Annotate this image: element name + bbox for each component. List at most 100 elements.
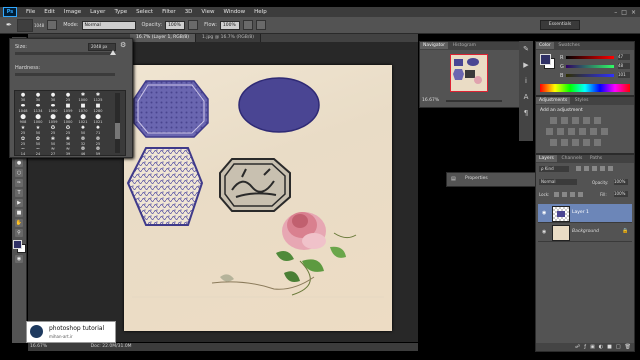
lock-image-icon[interactable] <box>562 192 567 197</box>
threshold-icon[interactable] <box>572 139 579 146</box>
filter-type-icon[interactable] <box>592 166 597 171</box>
menu-3d[interactable]: 3D <box>185 9 193 15</box>
tab-paths[interactable]: Paths <box>587 155 605 162</box>
airbrush-icon[interactable] <box>242 20 253 30</box>
tab-swatches[interactable]: Swatches <box>555 42 583 49</box>
black-white-icon[interactable] <box>568 128 575 135</box>
invert-icon[interactable] <box>550 139 557 146</box>
menu-filter[interactable]: Filter <box>162 9 176 15</box>
size-slider-thumb[interactable] <box>110 50 116 55</box>
layer-filter-kind[interactable]: ρ Kind <box>539 166 569 172</box>
brush-preset[interactable]: ≈39 <box>62 146 74 156</box>
lock-all-icon[interactable] <box>578 192 583 197</box>
tab-navigator[interactable]: Navigator <box>420 42 449 49</box>
pen-tool-icon[interactable]: ✑ <box>15 179 23 187</box>
paragraph-icon[interactable]: ¶ <box>519 109 533 117</box>
size-slider[interactable] <box>15 52 115 55</box>
navigator-zoom-slider[interactable] <box>446 100 502 102</box>
hardness-slider[interactable] <box>15 73 115 76</box>
brush-preset[interactable]: ⬤ 1021 <box>92 114 104 124</box>
exposure-icon[interactable] <box>583 117 590 124</box>
mode-select[interactable]: Normal <box>81 20 136 30</box>
add-mask-icon[interactable]: ▣ <box>590 344 595 350</box>
brightness-contrast-icon[interactable] <box>550 117 557 124</box>
brush-preset[interactable]: ✹ 71 <box>92 125 104 135</box>
flow-field[interactable]: 100% <box>219 20 240 30</box>
brush-preset[interactable]: ● 30 <box>32 92 44 102</box>
tab-channels[interactable]: Channels <box>559 155 586 162</box>
brush-preset[interactable]: ❁ 46 <box>77 146 89 156</box>
new-fill-layer-icon[interactable]: ◐ <box>599 344 603 350</box>
brush-preset[interactable]: ■ 1059 <box>62 103 74 113</box>
brush-preset[interactable]: ● 30 <box>17 92 29 102</box>
layer-row-background[interactable]: ◉ Background 🔒 <box>538 223 632 242</box>
close-icon[interactable]: × <box>631 9 636 16</box>
fx-icon[interactable]: ƒ <box>584 344 586 350</box>
layer-name[interactable]: Background <box>572 229 599 234</box>
hand-tool-icon[interactable]: ✋ <box>15 219 23 227</box>
color-balance-icon[interactable] <box>557 128 564 135</box>
brush-preset[interactable]: ✿ 25 <box>17 136 29 146</box>
brush-preset[interactable]: ⬤ 908 <box>17 114 29 124</box>
brush-preset[interactable]: ⬬ 1134 <box>32 103 44 113</box>
menu-type[interactable]: Type <box>114 9 127 15</box>
filter-adjustment-icon[interactable] <box>584 166 589 171</box>
actions-icon[interactable]: ▶ <box>519 61 533 69</box>
delete-layer-icon[interactable]: 🗑 <box>625 344 631 350</box>
brush-preset[interactable]: ■ 1280 <box>92 103 104 113</box>
brush-preset[interactable]: ❀ 36 <box>62 136 74 146</box>
menu-edit[interactable]: Edit <box>44 9 55 15</box>
minimize-icon[interactable]: – <box>614 9 617 16</box>
menu-help[interactable]: Help <box>254 9 267 15</box>
tab-1jpg[interactable]: 1.jpg @ 16.7% (RGB/8) <box>196 34 261 42</box>
brush-panel-toggle-icon[interactable] <box>47 20 58 30</box>
brush-preset[interactable]: ✪ 25 <box>47 125 59 135</box>
tab-histogram[interactable]: Histogram <box>450 42 479 49</box>
properties-panel[interactable]: ▤ Properties <box>446 172 542 187</box>
brush-preset[interactable]: ■ 1070 <box>77 103 89 113</box>
layer-opacity-field[interactable]: 100% <box>614 179 628 185</box>
photo-filter-icon[interactable] <box>579 128 586 135</box>
levels-icon[interactable] <box>561 117 568 124</box>
red-value[interactable]: 47 <box>618 54 630 60</box>
menu-layer[interactable]: Layer <box>90 9 105 15</box>
blend-mode-select[interactable]: Normal <box>539 179 577 185</box>
filter-pixel-icon[interactable] <box>576 166 581 171</box>
brush-preset[interactable]: ∼ 24 <box>32 146 44 156</box>
blue-slider[interactable] <box>566 74 614 77</box>
brush-tool-icon[interactable]: ✒ <box>6 21 14 29</box>
brush-preset[interactable]: ★ 50 <box>32 125 44 135</box>
menu-select[interactable]: Select <box>136 9 153 15</box>
curves-icon[interactable] <box>572 117 579 124</box>
brush-preset[interactable]: ⬬ 1060 <box>47 103 59 113</box>
brush-preset[interactable]: ● 25 <box>62 92 74 102</box>
workspace-switcher[interactable]: Essentials <box>540 20 580 30</box>
brush-preset[interactable]: ★ 25 <box>17 125 29 135</box>
gradient-map-icon[interactable] <box>583 139 590 146</box>
channel-mixer-icon[interactable] <box>590 128 597 135</box>
scrollbar-thumb[interactable] <box>115 123 120 139</box>
fg-color-chip[interactable] <box>540 54 551 65</box>
brush-preset[interactable]: ⬤ 1059 <box>47 114 59 124</box>
tab-layer1[interactable]: 16.7% (Layer 1, RGB/8) <box>130 34 197 42</box>
pressure-opacity-icon[interactable] <box>188 20 199 30</box>
menu-window[interactable]: Window <box>223 9 245 15</box>
visibility-eye-icon[interactable]: ◉ <box>542 210 546 216</box>
brush-preset[interactable]: ✱ 1125 <box>92 92 104 102</box>
brush-preset[interactable]: ⬤ 1000 <box>32 114 44 124</box>
character-icon[interactable]: A <box>519 93 533 101</box>
maximize-icon[interactable]: □ <box>621 9 627 16</box>
brush-preset[interactable]: ∼ 14 <box>17 146 29 156</box>
quick-mask-icon[interactable]: ◉ <box>15 255 23 263</box>
path-select-tool-icon[interactable]: ▶ <box>15 199 23 207</box>
new-layer-icon[interactable]: □ <box>616 344 621 350</box>
color-lookup-icon[interactable] <box>601 128 608 135</box>
menu-file[interactable]: File <box>26 9 35 15</box>
tab-styles[interactable]: Styles <box>572 97 592 104</box>
info-icon[interactable]: i <box>519 77 533 85</box>
brush-preset[interactable]: ❁ 59 <box>92 146 104 156</box>
blur-tool-icon[interactable]: ● <box>15 159 23 167</box>
brush-grid-scrollbar[interactable] <box>115 93 120 153</box>
color-spectrum-ramp[interactable] <box>540 84 630 92</box>
brush-preset[interactable]: ✪ 25 <box>62 125 74 135</box>
